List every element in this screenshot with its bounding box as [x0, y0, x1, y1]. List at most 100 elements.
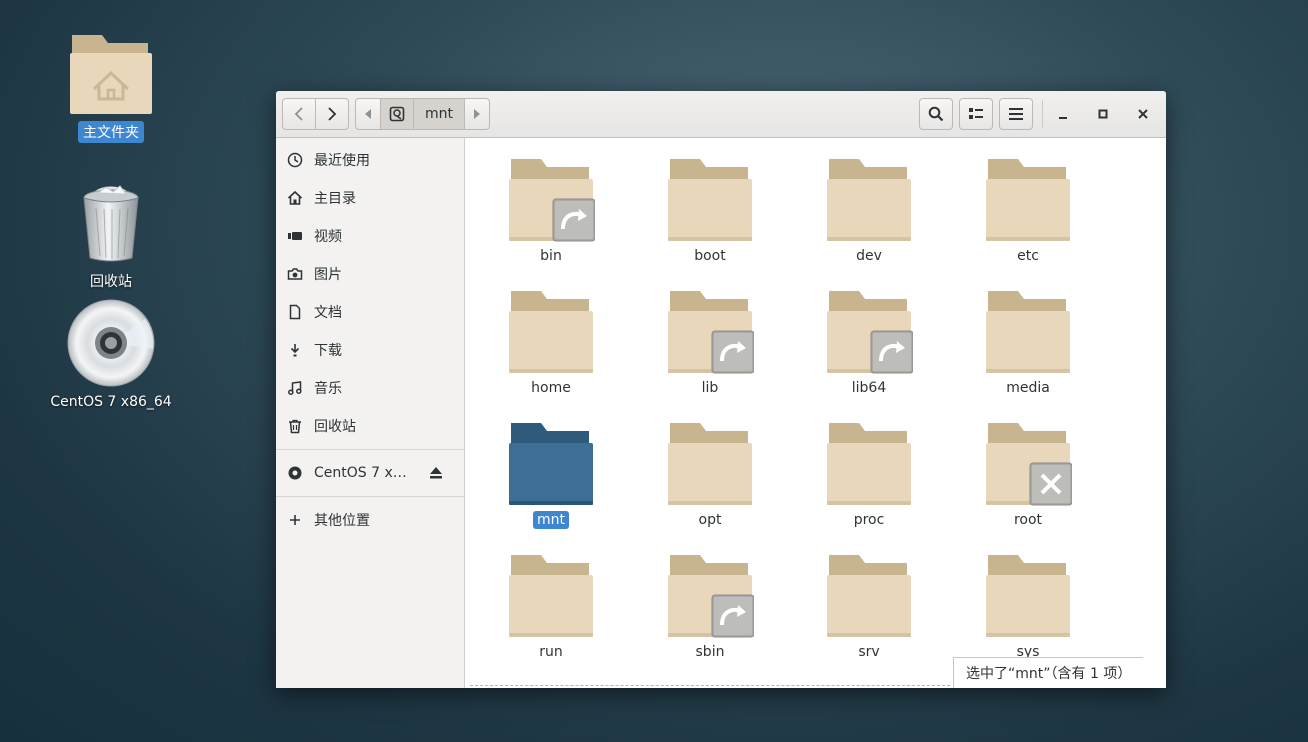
- file-name: media: [1006, 380, 1050, 396]
- folder-icon: [827, 555, 911, 637]
- sidebar-item-centos-disc[interactable]: CentOS 7 x…: [276, 454, 464, 492]
- path-root-button[interactable]: [380, 98, 414, 130]
- path-segment-label: mnt: [425, 106, 453, 122]
- file-name: proc: [853, 512, 885, 528]
- sidebar-item-pictures[interactable]: 图片: [276, 255, 464, 293]
- view-mode-button[interactable]: [959, 98, 993, 130]
- file-item-sys[interactable]: sys: [973, 553, 1083, 661]
- file-item-bin[interactable]: bin: [496, 157, 606, 265]
- file-name: etc: [1017, 248, 1039, 264]
- sidebar-item-label: 下载: [314, 343, 342, 359]
- drive-icon: [389, 106, 405, 122]
- trash-bin-icon: [83, 185, 139, 262]
- folder-icon: [668, 291, 754, 374]
- symlink-badge: [711, 330, 754, 374]
- desktop-trash[interactable]: 回收站: [46, 184, 176, 292]
- places-sidebar: 最近使用 主目录 视频 图片 文档 下载 音乐 回收站 CentOS 7 x… …: [276, 138, 465, 688]
- optical-disc-icon: [67, 299, 155, 387]
- music-icon: [276, 380, 314, 396]
- file-name: opt: [698, 512, 722, 528]
- folder-icon: [668, 159, 752, 241]
- maximize-icon: [1098, 109, 1108, 119]
- file-item-dev[interactable]: dev: [814, 157, 924, 265]
- file-name: srv: [858, 644, 880, 660]
- desktop-disc-label: CentOS 7 x86_64: [50, 394, 172, 410]
- file-item-sbin[interactable]: sbin: [655, 553, 765, 661]
- file-name: bin: [540, 248, 562, 264]
- sidebar-item-home[interactable]: 主目录: [276, 179, 464, 217]
- chevron-right-icon: [328, 107, 337, 121]
- desktop-disc[interactable]: CentOS 7 x86_64: [46, 299, 176, 411]
- no-access-badge: [1029, 462, 1072, 506]
- maximize-button[interactable]: [1087, 98, 1119, 130]
- file-name: root: [1013, 512, 1043, 528]
- sidebar-item-downloads[interactable]: 下载: [276, 331, 464, 369]
- folder-icon: [668, 423, 752, 505]
- desktop-home-label: 主文件夹: [78, 121, 144, 143]
- path-segment-mnt[interactable]: mnt: [413, 98, 465, 130]
- folder-icon: [986, 291, 1070, 373]
- eject-icon[interactable]: [428, 465, 444, 485]
- files-grid: bin boot dev etc home lib lib64 media mnt opt proc…: [465, 138, 1166, 688]
- file-item-lib[interactable]: lib: [655, 289, 765, 397]
- rubber-band-edge: [470, 685, 950, 686]
- close-button[interactable]: [1127, 98, 1159, 130]
- sidebar-item-other-locations[interactable]: 其他位置: [276, 501, 464, 539]
- back-button[interactable]: [282, 98, 316, 130]
- sidebar-item-trash[interactable]: 回收站: [276, 407, 464, 445]
- file-name: run: [539, 644, 563, 660]
- file-item-srv[interactable]: srv: [814, 553, 924, 661]
- folder-icon: [668, 555, 754, 638]
- file-name: dev: [856, 248, 882, 264]
- symlink-badge: [870, 330, 913, 374]
- download-icon: [276, 342, 314, 358]
- file-item-mnt[interactable]: mnt: [496, 421, 606, 529]
- file-item-home[interactable]: home: [496, 289, 606, 397]
- file-item-proc[interactable]: proc: [814, 421, 924, 529]
- folder-icon: [509, 159, 595, 242]
- forward-button[interactable]: [315, 98, 349, 130]
- path-scroll-left-button[interactable]: [355, 98, 381, 130]
- folder-icon: [986, 159, 1070, 241]
- sidebar-item-music[interactable]: 音乐: [276, 369, 464, 407]
- sidebar-device-label: CentOS 7 x…: [314, 465, 407, 481]
- minimize-button[interactable]: [1047, 98, 1079, 130]
- header-bar: mnt: [276, 91, 1166, 138]
- folder-icon: [986, 555, 1070, 637]
- symlink-badge: [711, 594, 754, 638]
- status-overlay: 选中了“mnt”（含有 1 项）: [953, 657, 1144, 688]
- hamburger-menu-icon: [1009, 108, 1023, 120]
- file-item-etc[interactable]: etc: [973, 157, 1083, 265]
- home-folder-icon: [70, 35, 152, 114]
- file-name: mnt: [533, 511, 569, 529]
- file-name: home: [531, 380, 571, 396]
- file-item-root[interactable]: root: [973, 421, 1083, 529]
- folder-icon: [827, 291, 913, 374]
- status-text: 选中了“mnt”（含有 1 项）: [966, 666, 1132, 682]
- minimize-icon: [1059, 117, 1067, 119]
- folder-icon: [509, 291, 593, 373]
- sidebar-separator: [276, 496, 464, 497]
- file-item-lib64[interactable]: lib64: [814, 289, 924, 397]
- search-button[interactable]: [919, 98, 953, 130]
- clock-icon: [276, 152, 314, 168]
- video-icon: [276, 228, 314, 244]
- file-item-media[interactable]: media: [973, 289, 1083, 397]
- sidebar-item-documents[interactable]: 文档: [276, 293, 464, 331]
- file-name: sbin: [695, 644, 725, 660]
- sidebar-item-recent[interactable]: 最近使用: [276, 141, 464, 179]
- symlink-badge: [552, 198, 595, 242]
- menu-button[interactable]: [999, 98, 1033, 130]
- sidebar-item-label: 回收站: [314, 419, 356, 435]
- sidebar-item-label: 图片: [314, 267, 342, 283]
- chevron-left-icon: [294, 107, 303, 121]
- home-icon: [276, 190, 314, 206]
- file-item-opt[interactable]: opt: [655, 421, 765, 529]
- file-item-boot[interactable]: boot: [655, 157, 765, 265]
- path-scroll-right-button[interactable]: [464, 98, 490, 130]
- desktop-home-folder[interactable]: 主文件夹: [46, 33, 176, 143]
- sidebar-item-label: 最近使用: [314, 153, 370, 169]
- file-item-run[interactable]: run: [496, 553, 606, 661]
- sidebar-item-label: 文档: [314, 305, 342, 321]
- sidebar-item-videos[interactable]: 视频: [276, 217, 464, 255]
